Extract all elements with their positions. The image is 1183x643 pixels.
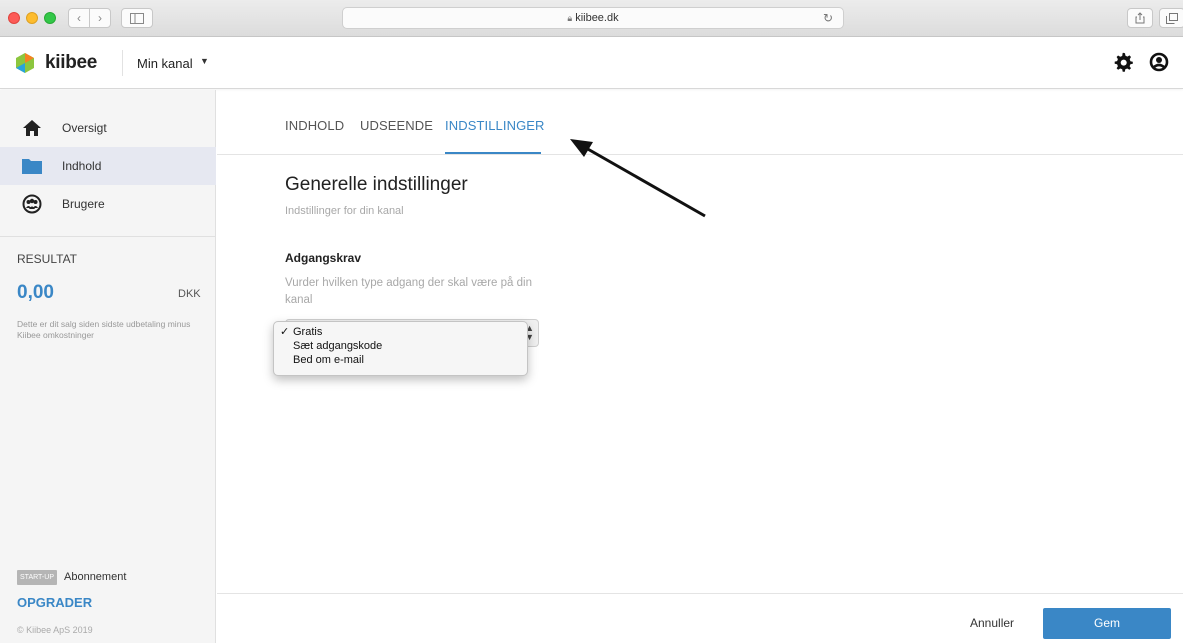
tabs-overview-button[interactable] [1159, 8, 1183, 28]
dropdown-option-gratis[interactable]: ✓ Gratis [274, 325, 527, 339]
tab-indhold[interactable]: INDHOLD [285, 118, 344, 133]
browser-toolbar: ‹ › 🔒︎ kiibee.dk ↻ [0, 0, 1183, 37]
chevron-down-icon[interactable]: ▼ [200, 56, 209, 66]
save-button[interactable]: Gem [1043, 608, 1171, 639]
checkmark-icon: ✓ [280, 326, 290, 338]
folder-icon [22, 159, 42, 174]
lock-icon: 🔒︎ [567, 13, 573, 23]
logo-text[interactable]: kiibee [45, 52, 97, 74]
sidebar-toggle-button[interactable] [121, 8, 153, 28]
kiibee-logo-icon[interactable] [14, 52, 36, 74]
result-description: Dette er dit salg siden sidste udbetalin… [17, 319, 191, 340]
tab-indstillinger[interactable]: INDSTILLINGER [445, 118, 545, 133]
close-window-button[interactable] [8, 12, 20, 24]
access-label: Adgangskrav [285, 251, 362, 265]
app-header: kiibee Min kanal ▼ [0, 37, 1183, 89]
share-icon [1135, 12, 1145, 24]
access-dropdown-menu: ✓ Gratis Sæt adgangskode Bed om e-mail [273, 321, 528, 376]
active-tab-indicator [445, 152, 541, 154]
result-currency: DKK [178, 288, 201, 300]
sidebar-item-brugere[interactable]: Brugere [0, 185, 216, 223]
gear-icon[interactable] [1113, 51, 1133, 73]
share-button[interactable] [1127, 8, 1153, 28]
tab-udseende[interactable]: UDSEENDE [360, 118, 433, 133]
reload-icon[interactable]: ↻ [823, 8, 833, 28]
upgrade-link[interactable]: OPGRADER [17, 595, 92, 610]
page-title: Generelle indstillinger [285, 174, 468, 195]
option-label: Sæt adgangskode [293, 340, 383, 352]
sidebar: Oversigt Indhold Brugere RESULTAT 0,00 D… [0, 90, 216, 643]
option-label: Gratis [293, 326, 323, 338]
page-subtitle: Indstillinger for din kanal [285, 205, 404, 217]
tabs-icon [1166, 13, 1178, 24]
sidebar-item-label: Indhold [62, 159, 102, 173]
action-footer: Annuller Gem [217, 593, 1183, 643]
dropdown-option-email[interactable]: Bed om e-mail [274, 353, 527, 367]
users-icon [22, 194, 42, 214]
sidebar-item-label: Oversigt [62, 121, 107, 135]
url-text: kiibee.dk [575, 12, 619, 24]
dropdown-option-adgangskode[interactable]: Sæt adgangskode [274, 339, 527, 353]
plan-badge: START-UP [17, 570, 57, 585]
cancel-button[interactable]: Annuller [970, 616, 1014, 630]
back-button[interactable]: ‹ [68, 8, 90, 28]
result-title: RESULTAT [17, 252, 78, 266]
maximize-window-button[interactable] [44, 12, 56, 24]
sidebar-item-indhold[interactable]: Indhold [0, 147, 216, 185]
subscription-label: Abonnement [64, 571, 127, 583]
copyright: © Kiibee ApS 2019 [17, 625, 93, 635]
access-description: Vurder hvilken type adgang der skal være… [285, 277, 532, 306]
sidebar-item-label: Brugere [62, 197, 105, 211]
channel-selector[interactable]: Min kanal [137, 56, 193, 71]
sidebar-icon [130, 13, 144, 24]
annotation-arrow-icon [570, 139, 706, 218]
header-divider [122, 50, 123, 76]
minimize-window-button[interactable] [26, 12, 38, 24]
user-account-icon[interactable] [1149, 51, 1169, 73]
result-value: 0,00 [17, 282, 54, 303]
home-icon [23, 120, 41, 136]
sidebar-item-oversigt[interactable]: Oversigt [0, 109, 216, 147]
option-label: Bed om e-mail [293, 354, 364, 366]
sidebar-divider [0, 236, 216, 237]
address-bar[interactable]: 🔒︎ kiibee.dk ↻ [342, 7, 844, 29]
forward-button[interactable]: › [89, 8, 111, 28]
